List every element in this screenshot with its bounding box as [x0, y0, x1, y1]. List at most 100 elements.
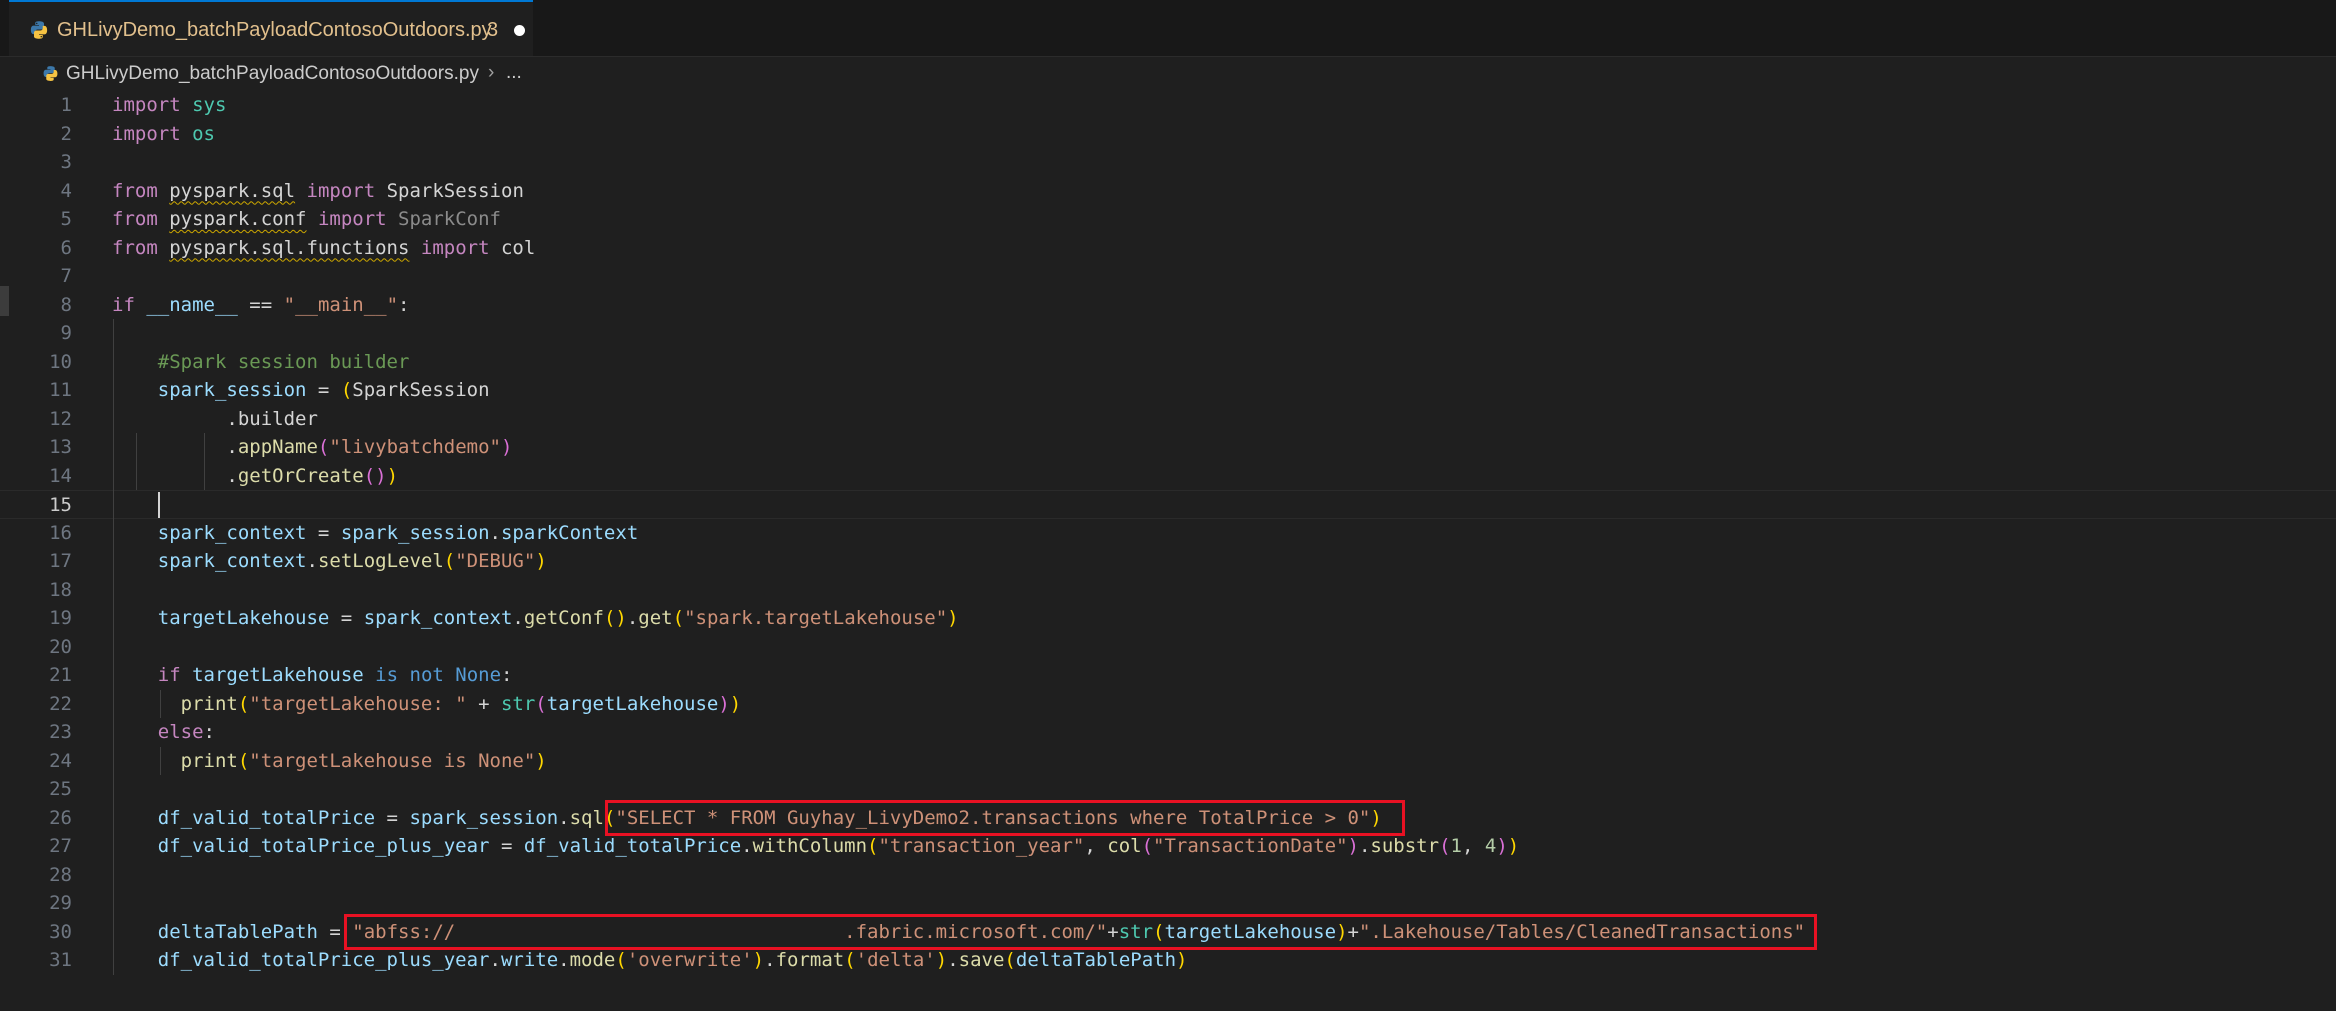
code-token: from: [112, 208, 158, 230]
line-number: 1: [60, 94, 72, 116]
code-line[interactable]: 16 spark_context = spark_session.sparkCo…: [0, 519, 2336, 548]
code-line[interactable]: 24 print("targetLakehouse is None"): [0, 747, 2336, 776]
code-token: (: [844, 949, 856, 971]
code-line[interactable]: 17 spark_context.setLogLevel("DEBUG"): [0, 547, 2336, 576]
code-line[interactable]: 8 if __name__ == "__main__":: [0, 291, 2336, 320]
code-token: "DEBUG": [455, 550, 536, 572]
code-line[interactable]: 10 #Spark session builder: [0, 348, 2336, 377]
code-line[interactable]: 31 df_valid_totalPrice_plus_year.write.m…: [0, 946, 2336, 975]
code-token: .: [626, 607, 639, 629]
code-token: ): [752, 949, 765, 971]
code-line[interactable]: 18: [0, 576, 2336, 605]
breadcrumb-symbols[interactable]: ...: [506, 62, 522, 84]
line-number: 28: [49, 863, 72, 886]
unsaved-dot-icon[interactable]: [514, 25, 525, 36]
code-line[interactable]: 20: [0, 633, 2336, 662]
code-token: print: [180, 692, 238, 715]
code-token: import: [306, 179, 376, 202]
line-number: 13: [49, 436, 72, 458]
code-text: .getOrCreate()): [112, 462, 398, 491]
code-token: setLogLevel: [317, 550, 444, 572]
code-line[interactable]: 14 .getOrCreate()): [0, 462, 2336, 491]
code-token: ): [535, 550, 547, 572]
code-line[interactable]: 2 import os: [0, 120, 2336, 149]
code-line[interactable]: 1 import sys: [0, 91, 2336, 120]
code-token: .: [489, 949, 501, 971]
code-text: from pyspark.sql.functions import col: [112, 234, 535, 263]
code-token: .: [489, 521, 501, 544]
code-line[interactable]: 19 targetLakehouse = spark_context.getCo…: [0, 604, 2336, 633]
code-text: if targetLakehouse is not None:: [112, 661, 513, 690]
code-token: not: [409, 664, 444, 686]
code-token: spark_session: [340, 521, 490, 544]
code-token: spark_session: [409, 806, 559, 829]
line-number: 12: [49, 407, 72, 430]
code-line[interactable]: 23 else:: [0, 718, 2336, 747]
code-token: else: [157, 721, 204, 743]
code-text: spark_context.setLogLevel("DEBUG"): [112, 547, 547, 576]
code-line[interactable]: 21 if targetLakehouse is not None:: [0, 661, 2336, 690]
code-token: 1: [1450, 835, 1462, 857]
code-token: sys: [192, 94, 227, 116]
code-line[interactable]: 22 print("targetLakehouse: " + str(targe…: [0, 690, 2336, 719]
code-token: os: [192, 122, 215, 145]
code-line[interactable]: 3: [0, 148, 2336, 177]
code-token: (: [867, 835, 879, 857]
code-token: SparkConf: [398, 208, 501, 230]
code-editor[interactable]: 1 import sys 2 import os 3 4 from pyspark.sql …: [0, 91, 2336, 1011]
code-token: .: [741, 835, 753, 857]
python-file-icon: [30, 21, 48, 39]
indent-guide: [160, 689, 161, 718]
code-text: else:: [112, 718, 215, 747]
code-line[interactable]: 4 from pyspark.sql import SparkSession: [0, 177, 2336, 206]
code-token: write: [500, 949, 559, 971]
code-token: import: [112, 122, 181, 145]
code-token: .: [558, 949, 570, 971]
code-token: is: [375, 664, 399, 686]
line-number: 29: [49, 892, 72, 914]
code-token: .: [1358, 835, 1371, 857]
code-line[interactable]: 13 .appName("livybatchdemo"): [0, 433, 2336, 462]
code-line[interactable]: 11 spark_session = (SparkSession: [0, 376, 2336, 405]
code-token: import: [317, 208, 387, 230]
code-line[interactable]: 9: [0, 319, 2336, 348]
code-text: targetLakehouse = spark_context.getConf(…: [112, 604, 959, 633]
code-line[interactable]: 15: [0, 490, 2336, 519]
code-line[interactable]: 28: [0, 861, 2336, 890]
code-line[interactable]: 5 from pyspark.conf import SparkConf: [0, 205, 2336, 234]
line-number: 16: [49, 521, 72, 544]
code-token: (: [317, 436, 330, 458]
code-line[interactable]: 6 from pyspark.sql.functions import col: [0, 234, 2336, 263]
code-text: print("targetLakehouse: " + str(targetLa…: [112, 690, 742, 719]
code-token: if: [157, 664, 181, 686]
line-number: 8: [60, 293, 72, 316]
code-token: :: [203, 721, 215, 743]
code-text: df_valid_totalPrice_plus_year.write.mode…: [112, 946, 1188, 975]
breadcrumb-file[interactable]: GHLivyDemo_batchPayloadContosoOutdoors.p…: [66, 63, 479, 85]
code-token: get: [638, 607, 673, 629]
code-token: .: [112, 464, 238, 487]
code-token: substr: [1370, 835, 1440, 857]
code-token: deltaTablePath: [1015, 949, 1177, 971]
code-line[interactable]: 27 df_valid_totalPrice_plus_year = df_va…: [0, 832, 2336, 861]
line-number: 24: [49, 749, 72, 772]
tab-active-file[interactable]: GHLivyDemo_batchPayloadContosoOutdoors.p…: [9, 0, 533, 56]
code-line[interactable]: 7: [0, 262, 2336, 291]
code-token: .: [112, 436, 238, 458]
code-token: ): [500, 436, 513, 458]
line-number: 2: [60, 122, 72, 145]
code-token: getConf: [523, 607, 604, 629]
code-token: (: [1004, 949, 1016, 971]
line-number: 4: [60, 179, 72, 202]
code-token: df_valid_totalPrice_plus_year: [157, 835, 490, 857]
line-number: 10: [49, 350, 72, 373]
indent-guide: [204, 433, 205, 490]
code-token: spark_session: [157, 379, 307, 401]
code-line[interactable]: 12 .builder: [0, 405, 2336, 434]
